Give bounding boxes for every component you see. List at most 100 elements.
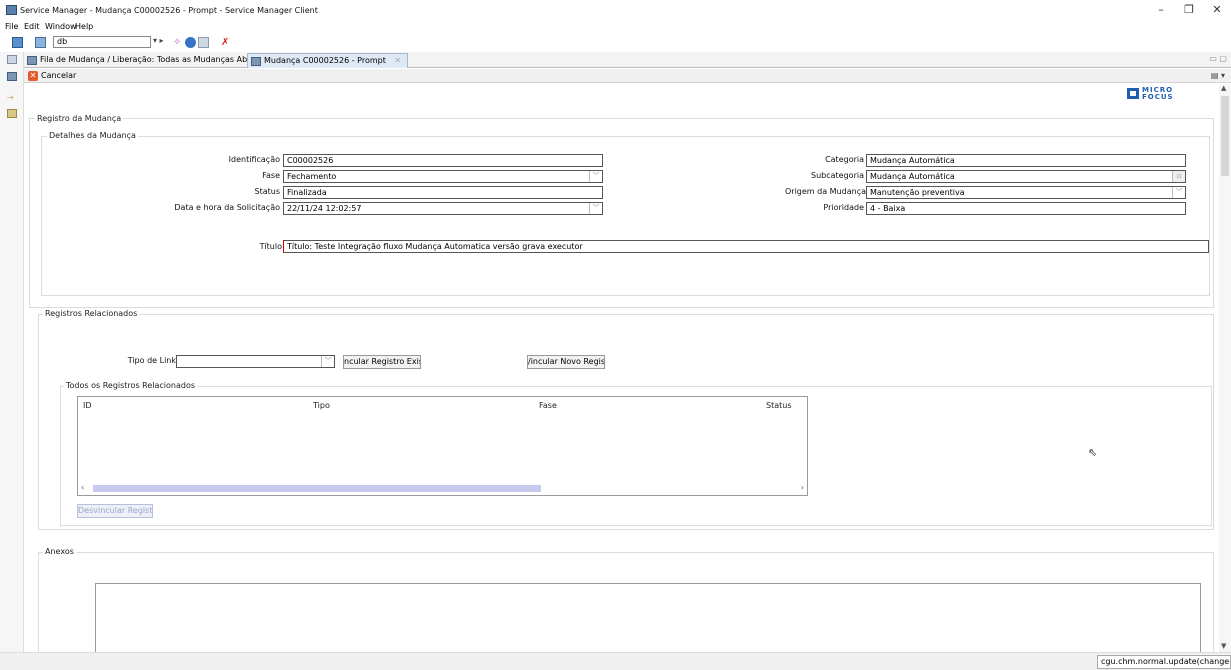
app-icon — [6, 5, 17, 15]
data-solicitacao-value: 22/11/24 12:02:57 — [287, 204, 362, 213]
minimize-button[interactable]: – — [1147, 2, 1175, 18]
scroll-thumb[interactable] — [93, 485, 541, 492]
menu-bar: File Edit Window Help — [0, 20, 1231, 33]
categoria-value: Mudança Automática — [870, 156, 955, 165]
window-titlebar: Service Manager - Mudança C00002526 - Pr… — [0, 0, 1231, 20]
scroll-thumb[interactable] — [1221, 96, 1229, 176]
folder-icon[interactable] — [7, 109, 17, 118]
help-icon[interactable] — [185, 37, 196, 48]
column-tipo[interactable]: Tipo — [313, 401, 330, 410]
clear-filter-icon[interactable]: ✗ — [221, 37, 232, 48]
titulo-value: Título: Teste Integração fluxo Mudança A… — [287, 242, 583, 251]
origem-select[interactable]: Manutenção preventiva ﹀ — [866, 186, 1186, 199]
prioridade-value: 4 - Baixa — [870, 204, 906, 213]
micro-focus-logo: MICRO FOCUS — [1127, 86, 1179, 102]
new-window-icon[interactable] — [12, 37, 23, 48]
related-records-table[interactable]: ID Tipo Fase Status ‹ › — [77, 396, 808, 496]
column-status[interactable]: Status — [766, 401, 792, 410]
record-view-icon[interactable] — [7, 72, 17, 81]
tipo-link-select[interactable]: ﹀ — [176, 355, 335, 368]
favorites-icon[interactable]: ⇢ — [7, 93, 17, 102]
subcategoria-label: Subcategoria — [811, 171, 864, 180]
chevron-down-icon[interactable]: ﹀ — [1172, 187, 1185, 198]
magic-wand-icon[interactable]: ✧ — [173, 37, 184, 48]
status-field[interactable]: Finalizada — [283, 186, 603, 199]
menu-window[interactable]: Window — [45, 22, 77, 31]
categoria-label: Categoria — [825, 155, 864, 164]
window-title: Service Manager - Mudança C00002526 - Pr… — [20, 6, 318, 15]
chevron-down-icon[interactable]: ﹀ — [589, 171, 602, 182]
identificacao-label: Identificação — [228, 155, 280, 164]
change-details-title: Detalhes da Mudança — [47, 131, 138, 140]
nav-arrows-icon[interactable]: ▾ ▸ — [153, 36, 164, 45]
origem-value: Manutenção preventiva — [870, 188, 965, 197]
data-solicitacao-field[interactable]: 22/11/24 12:02:57 ﹀ — [283, 202, 603, 215]
menu-edit[interactable]: Edit — [24, 22, 40, 31]
scroll-down-icon[interactable]: ▼ — [1221, 642, 1226, 650]
fase-label: Fase — [262, 171, 280, 180]
menu-help[interactable]: Help — [75, 22, 93, 31]
status-text: cgu.chm.normal.update(change.view) — [1097, 655, 1231, 669]
cancel-icon[interactable]: ✕ — [28, 71, 38, 81]
link-existing-record-button[interactable]: ncular Registro Exister — [343, 355, 421, 369]
left-rail: ⇢ — [0, 52, 24, 652]
titulo-field[interactable]: Título: Teste Integração fluxo Mudança A… — [283, 240, 1209, 253]
fase-value: Fechamento — [287, 172, 337, 181]
related-records-title: Registros Relacionados — [43, 309, 140, 318]
print-icon[interactable] — [35, 37, 46, 48]
tab-label: Fila de Mudança / Liberação: Todas as Mu… — [40, 55, 268, 64]
cancel-button[interactable]: Cancelar — [41, 71, 76, 80]
menu-file[interactable]: File — [5, 22, 18, 31]
tree-view-icon[interactable] — [7, 55, 17, 64]
origem-label: Origem da Mudança — [785, 187, 866, 196]
chevron-down-icon[interactable]: ﹀ — [321, 356, 334, 367]
identificacao-field[interactable]: C00002526 — [283, 154, 603, 167]
categoria-field[interactable]: Mudança Automática — [866, 154, 1186, 167]
all-related-records-title: Todos os Registros Relacionados — [64, 381, 198, 390]
data-solicitacao-label: Data e hora da Solicitação — [174, 203, 280, 212]
status-label: Status — [254, 187, 281, 196]
horizontal-scrollbar[interactable]: ‹ › — [79, 483, 806, 493]
subcategoria-value: Mudança Automática — [870, 172, 955, 181]
clipboard-icon[interactable] — [198, 37, 209, 48]
column-fase[interactable]: Fase — [539, 401, 557, 410]
calendar-dropdown-icon[interactable]: ﹀ — [589, 203, 602, 214]
attachments-panel[interactable] — [95, 583, 1201, 653]
subcategoria-field[interactable]: Mudança Automática ▫ — [866, 170, 1186, 183]
column-id[interactable]: ID — [83, 401, 92, 410]
mouse-cursor-icon: ⇖ — [1088, 446, 1098, 459]
toolbar: ▾ ▸ ✧ ✗ — [0, 34, 1231, 51]
status-bar: cgu.chm.normal.update(change.view) — [0, 652, 1231, 670]
tab-change-queue[interactable]: Fila de Mudança / Liberação: Todas as Mu… — [24, 53, 274, 68]
db-select[interactable]: db — [53, 36, 151, 48]
tipo-link-label: Tipo de Link — [127, 356, 176, 365]
prioridade-label: Prioridade — [823, 203, 864, 212]
queue-icon — [27, 56, 37, 65]
record-icon — [251, 57, 261, 66]
minmax-view-icon[interactable]: ▭ ▢ — [1209, 54, 1227, 63]
tab-change-prompt[interactable]: Mudança C00002526 - Prompt ✕ — [247, 53, 409, 68]
scroll-left-icon[interactable]: ‹ — [81, 483, 84, 492]
logo-mark-icon — [1127, 88, 1139, 99]
maximize-button[interactable]: ❐ — [1175, 2, 1203, 18]
change-record-title: Registro da Mudança — [35, 114, 124, 123]
vertical-scrollbar[interactable]: ▲ ▼ — [1219, 84, 1231, 652]
fase-select[interactable]: Fechamento ﹀ — [283, 170, 603, 183]
lookup-icon[interactable]: ▫ — [1172, 171, 1185, 182]
tab-label: Mudança C00002526 - Prompt — [264, 56, 386, 65]
scroll-right-icon[interactable]: › — [801, 483, 804, 492]
action-bar: ✕ Cancelar ▤ ▾ — [24, 69, 1231, 83]
attachments-title: Anexos — [43, 547, 76, 556]
view-options-icon[interactable]: ▤ ▾ — [1211, 71, 1225, 80]
close-button[interactable]: ✕ — [1203, 2, 1231, 18]
link-new-record-button[interactable]: /incular Novo Registro — [527, 355, 605, 369]
prioridade-field[interactable]: 4 - Baixa — [866, 202, 1186, 215]
identificacao-value: C00002526 — [287, 156, 334, 165]
status-value: Finalizada — [287, 188, 327, 197]
scroll-up-icon[interactable]: ▲ — [1221, 84, 1226, 92]
titulo-label: Título — [259, 242, 282, 251]
tab-bar: Fila de Mudança / Liberação: Todas as Mu… — [0, 52, 1231, 68]
db-select-value: db — [57, 37, 68, 46]
tab-close-icon[interactable]: ✕ — [394, 56, 401, 65]
unlink-record-button[interactable]: Desvincular Registro — [77, 504, 153, 518]
